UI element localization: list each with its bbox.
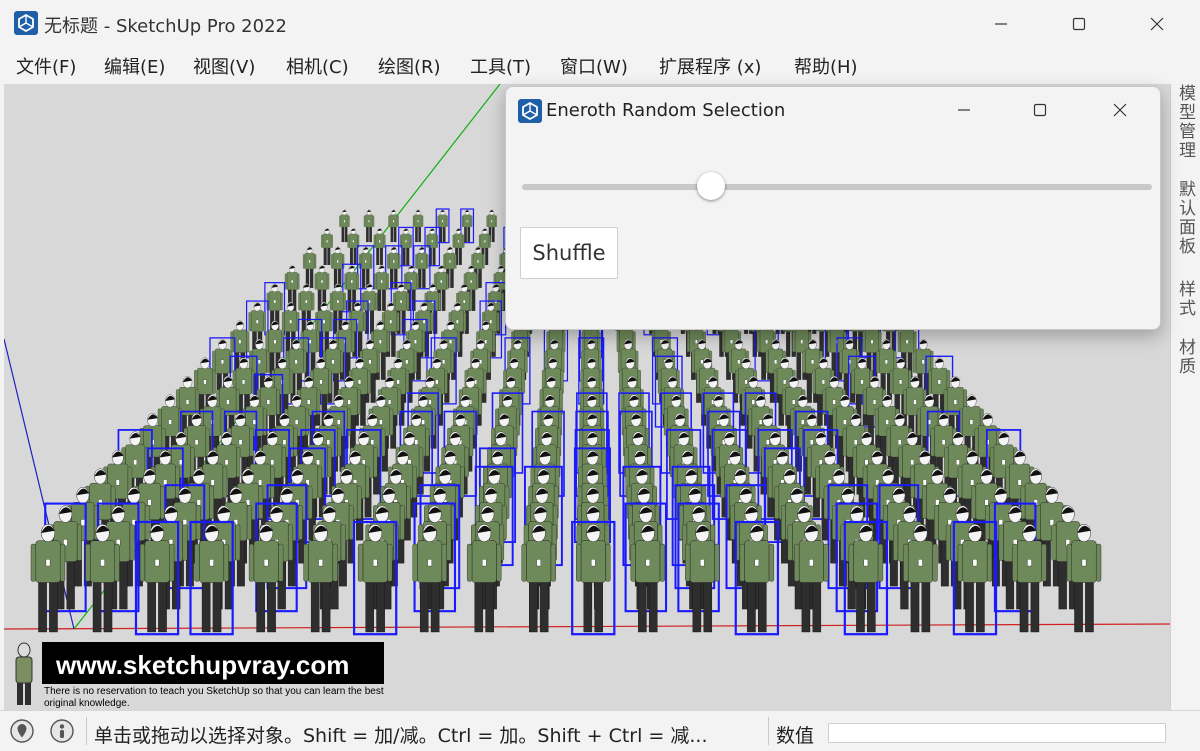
menu-help[interactable]: 帮助(H) [794,53,858,79]
measurements-box[interactable] [828,723,1166,743]
dialog-maximize-button[interactable] [1002,87,1078,133]
close-icon [1150,17,1164,31]
maximize-button[interactable] [1044,0,1114,48]
person-component[interactable] [363,209,375,243]
status-message: 单击或拖动以选择对象。Shift = 加/减。Ctrl = 加。Shift + … [94,725,708,747]
person-component[interactable] [357,245,375,290]
tray-tab-entity-info[interactable]: 模型管理 [1174,84,1198,160]
watermark: www.sketchupvray.com There is no reserva… [40,640,384,710]
dialog-close-button[interactable] [1082,87,1158,133]
close-icon [1113,103,1127,117]
selection-ratio-slider-handle[interactable] [697,172,725,200]
measurements-label: 数值 [776,725,815,747]
window-title: 无标题 - SketchUp Pro 2022 [44,16,287,37]
person-component[interactable] [435,208,450,244]
maximize-icon [1033,103,1047,117]
watermark-tagline: There is no reservation to teach you Ske… [44,686,384,709]
dialog-title: Eneroth Random Selection [546,100,786,121]
maximize-icon [1072,17,1086,31]
status-bar: 单击或拖动以选择对象。Shift = 加/减。Ctrl = 加。Shift + … [0,710,1200,751]
watermark-url: www.sketchupvray.com [56,650,350,680]
menu-extensions[interactable]: 扩展程序 (x) [659,53,761,79]
menu-draw[interactable]: 绘图(R) [378,53,441,79]
person-component[interactable] [388,209,399,243]
close-button[interactable] [1122,0,1192,48]
menu-bar: 文件(F) 编辑(E) 视图(V) 相机(C) 绘图(R) 工具(T) 窗口(W… [0,48,1200,84]
watermark-banner: www.sketchupvray.com [42,642,384,684]
dialog-minimize-button[interactable] [926,87,1002,133]
menu-camera[interactable]: 相机(C) [286,53,349,79]
minimize-icon [958,109,970,111]
selection-ratio-slider-track[interactable] [522,184,1152,190]
instructor-icon[interactable] [49,718,75,744]
menu-edit[interactable]: 编辑(E) [104,53,165,79]
sketchup-logo-icon [518,99,542,123]
default-tray: 模型管理 默认面板 样式 材质 [1170,84,1200,710]
menu-tools[interactable]: 工具(T) [470,53,531,79]
scale-figure [15,642,33,705]
person-component[interactable] [412,209,424,243]
tray-tab-default[interactable]: 默认面板 [1174,180,1198,256]
geo-location-icon[interactable] [9,718,35,744]
random-selection-dialog: Eneroth Random Selection Shuffle [505,86,1161,330]
menu-file[interactable]: 文件(F) [16,53,76,79]
tray-tab-styles[interactable]: 样式 [1174,280,1198,318]
minimize-icon [995,23,1007,25]
person-component[interactable] [331,246,345,288]
tray-tab-materials[interactable]: 材质 [1174,338,1198,376]
person-component[interactable] [302,246,317,288]
menu-window[interactable]: 窗口(W) [560,53,628,79]
person-component[interactable] [398,226,414,267]
menu-view[interactable]: 视图(V) [193,53,255,79]
shuffle-button[interactable]: Shuffle [520,227,618,279]
sketchup-logo-icon [14,11,38,35]
title-bar: 无标题 - SketchUp Pro 2022 [0,0,1200,48]
minimize-button[interactable] [966,0,1036,48]
